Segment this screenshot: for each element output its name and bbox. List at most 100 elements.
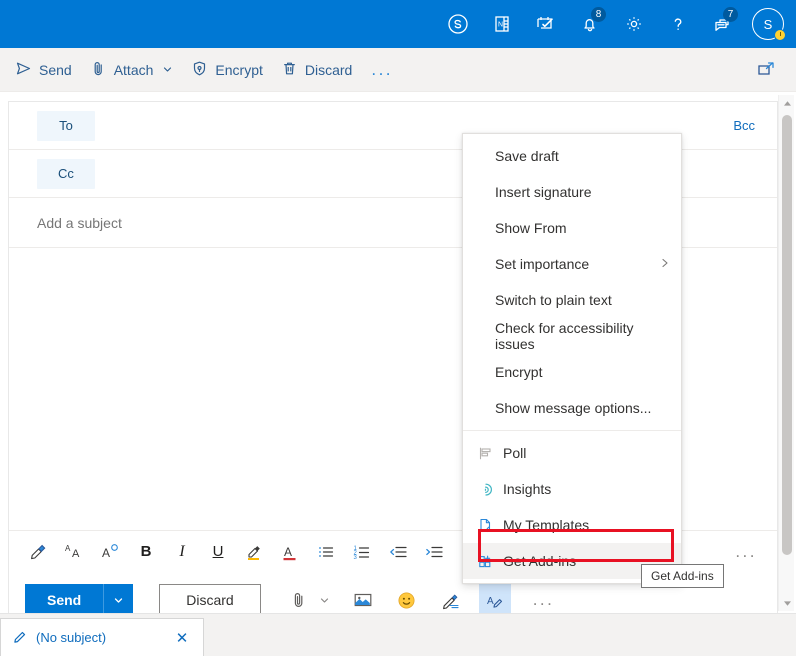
draft-tab[interactable]: (No subject) ✕	[0, 618, 204, 656]
trash-icon	[281, 60, 298, 80]
settings-gear-icon[interactable]	[612, 0, 656, 48]
send-options-chevron-icon[interactable]	[103, 584, 134, 616]
menu-item-label: Switch to plain text	[495, 292, 612, 308]
suite-header: N 8 7 S	[0, 0, 796, 48]
get-add-ins-icon	[477, 553, 503, 570]
send-command-button[interactable]: Send	[6, 53, 81, 87]
menu-item-label: Save draft	[495, 148, 559, 164]
numbered-list-icon[interactable]: 1 2 3	[345, 536, 379, 568]
format-painter-icon[interactable]	[21, 536, 55, 568]
menu-item-show-message-options[interactable]: Show message options...	[463, 390, 681, 426]
svg-text:A: A	[284, 545, 292, 559]
decrease-indent-icon[interactable]	[381, 536, 415, 568]
chevron-down-icon	[162, 62, 173, 78]
more-formatting-button[interactable]: ...	[727, 536, 765, 568]
my-templates-icon	[477, 517, 503, 534]
chevron-right-icon	[659, 257, 671, 272]
svg-text:A: A	[487, 596, 494, 607]
editor-icon[interactable]: A	[478, 584, 511, 616]
draft-tab-strip: (No subject) ✕	[0, 613, 796, 656]
skype-icon[interactable]	[436, 0, 480, 48]
more-actions-button[interactable]: ...	[533, 590, 555, 610]
menu-item-label: Show message options...	[495, 400, 652, 416]
popout-window-button[interactable]	[746, 53, 786, 87]
to-do-icon[interactable]	[524, 0, 568, 48]
send-button-group: Send	[25, 584, 134, 616]
menu-item-switch-to-plain-text[interactable]: Switch to plain text	[463, 282, 681, 318]
underline-icon[interactable]: U	[201, 536, 235, 568]
send-icon	[15, 60, 32, 80]
avatar[interactable]: S	[744, 0, 792, 48]
menu-item-poll[interactable]: Poll	[463, 435, 681, 471]
attach-command-label: Attach	[113, 61, 154, 78]
discard-command-button[interactable]: Discard	[272, 53, 361, 87]
svg-text:A: A	[72, 548, 80, 560]
scroll-down-arrow-icon[interactable]	[779, 595, 795, 611]
command-toolbar: Send Attach Encrypt Discard ...	[0, 48, 796, 92]
bcc-link[interactable]: Bcc	[725, 118, 763, 133]
feedback-icon[interactable]: 7	[700, 0, 744, 48]
discard-command-label: Discard	[304, 61, 353, 78]
scrollbar-thumb[interactable]	[782, 115, 792, 555]
bulleted-list-icon[interactable]	[309, 536, 343, 568]
menu-item-label: My Templates	[503, 517, 590, 533]
italic-icon[interactable]: I	[165, 536, 199, 568]
increase-font-size-icon[interactable]: A	[93, 536, 127, 568]
onenote-icon[interactable]: N	[480, 0, 524, 48]
close-icon[interactable]: ✕	[171, 627, 193, 649]
attach-options-chevron-icon[interactable]	[315, 584, 335, 616]
insights-icon	[477, 481, 503, 498]
bold-label: B	[140, 543, 152, 560]
svg-text:A: A	[65, 544, 71, 553]
more-options-context-menu: Save draft Insert signature Show From Se…	[462, 133, 682, 584]
bold-icon[interactable]: B	[129, 536, 163, 568]
menu-item-label: Insert signature	[495, 184, 592, 200]
font-size-icon[interactable]: A A	[57, 536, 91, 568]
menu-item-check-accessibility[interactable]: Check for accessibility issues	[463, 318, 681, 354]
discard-button[interactable]: Discard	[159, 584, 261, 616]
insert-picture-icon[interactable]	[347, 584, 379, 616]
help-question-icon[interactable]	[656, 0, 700, 48]
encrypt-command-label: Encrypt	[215, 61, 263, 78]
menu-item-label: Encrypt	[495, 364, 543, 380]
get-add-ins-tooltip: Get Add-ins	[641, 564, 724, 588]
draft-tab-label: (No subject)	[36, 630, 107, 645]
poll-icon	[477, 445, 503, 462]
outlook-compose-window: N 8 7 S Send Attach Encrypt Discard ... …	[0, 0, 796, 656]
menu-item-set-importance[interactable]: Set importance	[463, 246, 681, 282]
presence-status-icon	[774, 29, 786, 41]
menu-item-my-templates[interactable]: My Templates	[463, 507, 681, 543]
pencil-icon	[13, 628, 28, 648]
scroll-up-arrow-icon[interactable]	[779, 95, 795, 111]
menu-item-insights[interactable]: Insights	[463, 471, 681, 507]
menu-item-encrypt[interactable]: Encrypt	[463, 354, 681, 390]
underline-label: U	[212, 543, 224, 560]
compose-scrollbar[interactable]	[778, 95, 794, 611]
paperclip-icon	[90, 60, 107, 80]
send-button[interactable]: Send	[25, 584, 104, 616]
menu-item-label: Check for accessibility issues	[495, 320, 634, 352]
to-field-pill[interactable]: To	[37, 110, 95, 141]
attach-command-button[interactable]: Attach	[81, 53, 183, 87]
highlight-icon[interactable]	[237, 536, 271, 568]
svg-text:N: N	[498, 22, 503, 29]
menu-item-insert-signature[interactable]: Insert signature	[463, 174, 681, 210]
notifications-badge: 8	[591, 7, 606, 22]
send-command-label: Send	[39, 61, 72, 78]
increase-indent-icon[interactable]	[417, 536, 451, 568]
font-color-icon[interactable]: A	[273, 536, 307, 568]
svg-text:3: 3	[354, 555, 358, 561]
menu-item-show-from[interactable]: Show From	[463, 210, 681, 246]
notifications-bell-icon[interactable]: 8	[568, 0, 612, 48]
more-commands-button[interactable]: ...	[361, 53, 403, 87]
insert-emoji-icon[interactable]	[391, 584, 423, 616]
encrypt-command-button[interactable]: Encrypt	[182, 53, 271, 87]
menu-item-save-draft[interactable]: Save draft	[463, 138, 681, 174]
menu-item-label: Insights	[503, 481, 552, 497]
feedback-badge: 7	[723, 7, 738, 22]
italic-label: I	[179, 542, 185, 560]
attach-file-icon[interactable]	[283, 584, 315, 616]
cc-field-pill[interactable]: Cc	[37, 158, 95, 189]
menu-item-label: Set importance	[495, 256, 590, 272]
insert-signature-icon[interactable]	[435, 584, 467, 616]
